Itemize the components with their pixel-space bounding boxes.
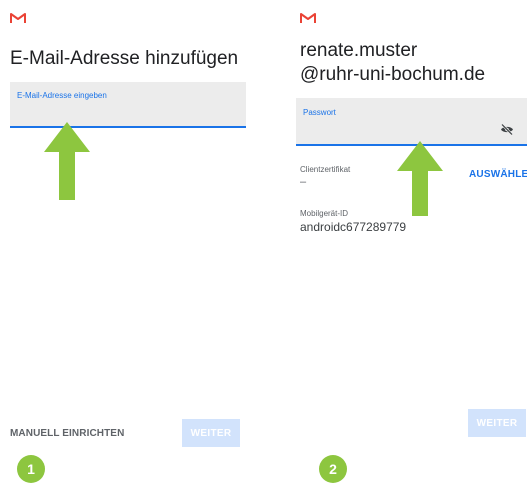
password-input[interactable]: Passwort <box>296 98 527 146</box>
manual-setup-button[interactable]: MANUELL EINRICHTEN <box>10 428 124 439</box>
next-button[interactable]: WEITER <box>468 409 526 437</box>
account-email-line1: renate.muster <box>300 40 418 61</box>
arrow-up-icon <box>397 141 443 216</box>
gmail-logo-icon <box>10 13 26 23</box>
eye-off-icon[interactable] <box>500 124 514 135</box>
device-id-label: Mobilgerät-ID <box>300 209 349 218</box>
client-cert-value: – <box>300 176 307 188</box>
select-cert-button[interactable]: AUSWÄHLEN <box>469 169 527 180</box>
device-id-value: androidc677289779 <box>300 220 407 234</box>
password-input-label: Passwort <box>303 108 336 117</box>
account-email-line2: @ruhr-uni-bochum.de <box>300 64 486 85</box>
page-title: E-Mail-Adresse hinzufügen <box>10 48 239 69</box>
client-cert-label: Clientzertifikat <box>300 165 351 174</box>
gmail-logo-icon <box>300 13 316 23</box>
add-email-screen: E-Mail-Adresse hinzufügen E-Mail-Adresse… <box>0 0 260 489</box>
arrow-up-icon <box>44 122 90 200</box>
password-screen: renate.muster @ruhr-uni-bochum.de Passwo… <box>290 0 527 489</box>
step-badge: 2 <box>319 455 347 483</box>
next-button[interactable]: WEITER <box>182 419 240 447</box>
email-input-label: E-Mail-Adresse eingeben <box>17 91 107 100</box>
step-badge: 1 <box>17 455 45 483</box>
